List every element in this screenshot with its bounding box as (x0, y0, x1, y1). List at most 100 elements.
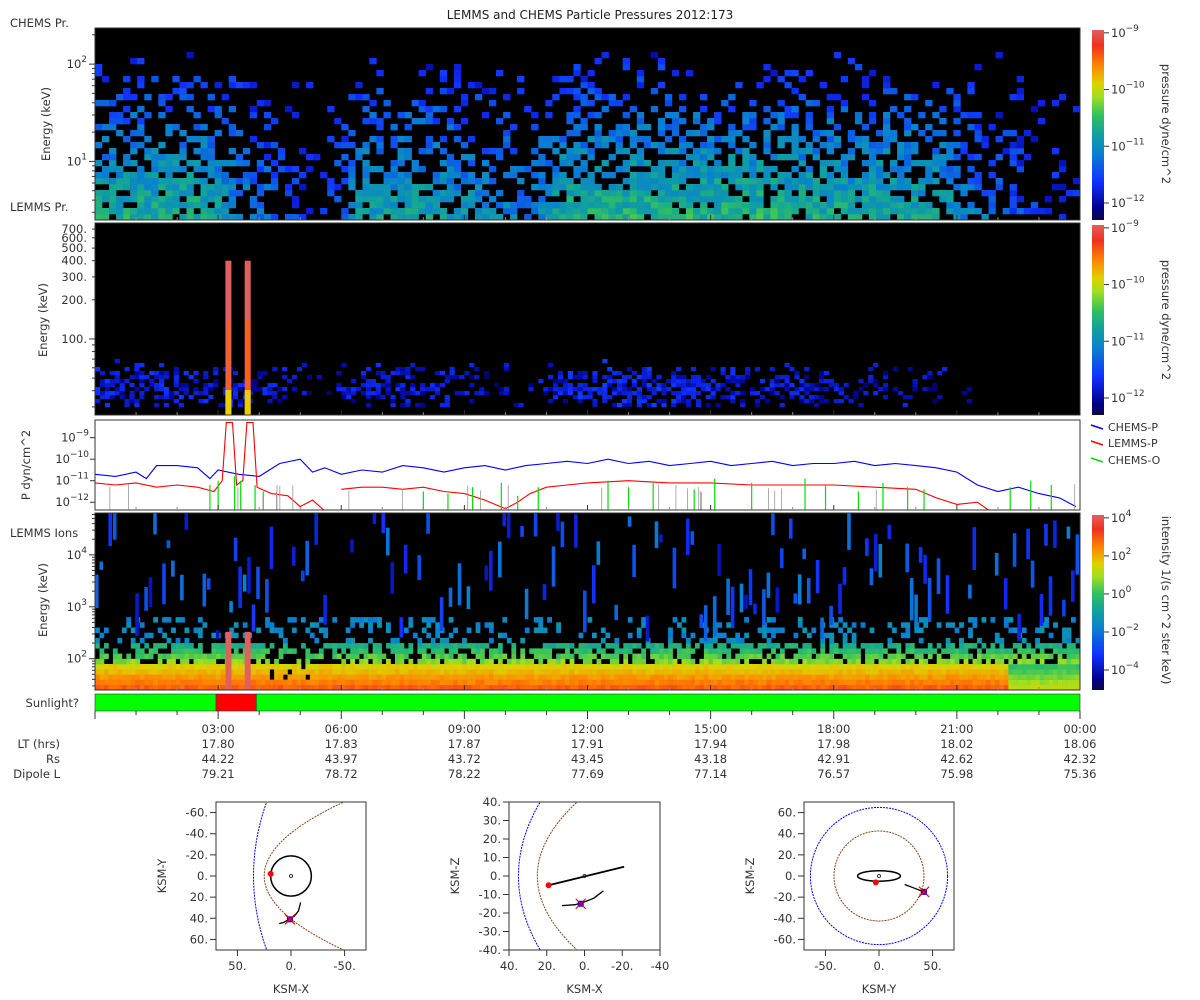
lemms-pressure-cell (769, 387, 775, 392)
ion-intensity-cell (412, 664, 418, 670)
lemms-pressure-cell (838, 391, 844, 396)
orbit-y-tick-label: -20. (479, 906, 501, 920)
chems-pressure-cell (453, 82, 462, 89)
chems-pressure-cell (819, 82, 827, 89)
chems-pressure-cell (573, 166, 581, 173)
ion-intensity-cell (735, 669, 741, 675)
ion-intensity-cell (538, 674, 544, 680)
ion-intensity-streak (686, 518, 690, 555)
chems-pressure-cell (622, 208, 630, 215)
chems-pressure-cell (735, 208, 743, 215)
ion-intensity-cell (609, 643, 615, 649)
chems-pressure-cell (179, 94, 187, 101)
chems-pressure-cell (650, 142, 659, 149)
chems-pressure-cell (805, 208, 813, 215)
ion-intensity-cell (359, 622, 364, 628)
lemms-pressure-cell (154, 371, 160, 376)
lemms-pressure-cell (439, 403, 445, 408)
lemms-pressure-cell (159, 383, 165, 388)
ion-intensity-cell (735, 632, 741, 639)
lemms-pressure-cell (109, 383, 115, 388)
ion-intensity-cell (1048, 632, 1054, 639)
chems-pressure-cell (397, 214, 405, 221)
ion-intensity-cell (977, 669, 982, 675)
ion-intensity-cell (878, 643, 884, 649)
chems-pressure-cell (819, 172, 827, 179)
ion-intensity-cell (314, 669, 320, 675)
lemms-pressure-cell (341, 395, 347, 400)
sunlight-segment-sunlit (255, 693, 1081, 712)
ion-intensity-cell (775, 627, 781, 633)
ion-intensity-cell (802, 684, 808, 691)
ion-intensity-cell (1048, 674, 1054, 680)
ion-intensity-cell (739, 674, 745, 680)
ion-intensity-streak (762, 589, 766, 626)
chems-pressure-cell (144, 136, 152, 143)
chems-pressure-cell (826, 190, 834, 197)
ion-intensity-cell (632, 643, 638, 649)
chems-pressure-cell (622, 178, 630, 185)
chems-pressure-cell (1023, 130, 1031, 137)
ion-intensity-cell (112, 653, 118, 660)
lemms-pressure-cell (966, 399, 972, 404)
lemms-pressure-cell (735, 391, 741, 396)
ion-intensity-cell (1008, 669, 1014, 675)
chems-pressure-cell (700, 148, 708, 155)
ion-intensity-cell (950, 622, 955, 628)
chems-pressure-cell (763, 136, 771, 143)
chems-pressure-cell (341, 208, 349, 215)
chems-pressure-cell (657, 118, 666, 125)
ion-intensity-cell (350, 684, 355, 691)
chems-pressure-cell (594, 202, 602, 209)
ion-intensity-cell (444, 684, 449, 691)
ion-intensity-cell (269, 684, 275, 691)
chems-pressure-cell (679, 160, 687, 167)
panel-label-lemms-ions: LEMMS Ions (10, 526, 78, 540)
chems-pressure-cell (854, 118, 863, 125)
ion-intensity-cell (668, 684, 673, 691)
ion-intensity-cell (941, 664, 946, 670)
chems-pressure-cell (362, 142, 370, 149)
ion-intensity-cell (135, 648, 141, 654)
ion-intensity-cell (256, 684, 261, 691)
ion-intensity-cell (506, 669, 512, 675)
lemms-pressure-cell (577, 383, 583, 388)
lemms-pressure-cell (390, 371, 396, 376)
ion-intensity-cell (641, 684, 646, 691)
lemms-pressure-cell (178, 387, 184, 392)
time-label: 09:00 (448, 722, 481, 736)
chems-pressure-cell (200, 190, 208, 197)
ion-intensity-cell (318, 684, 324, 691)
lemms-pressure-cell (208, 395, 214, 400)
ion-intensity-cell (386, 643, 391, 649)
orbit-x-tick-label: -40 (651, 959, 670, 973)
ion-intensity-cell (99, 653, 105, 660)
ion-intensity-cell (847, 658, 852, 665)
chems-pressure-cell (686, 208, 694, 215)
ion-intensity-cell (417, 658, 423, 665)
ion-intensity-cell (1030, 648, 1036, 654)
lemms-pressure-cell (922, 387, 928, 392)
ion-intensity-cell (372, 674, 378, 680)
ion-intensity-cell (533, 679, 539, 686)
chems-pressure-cell (207, 154, 215, 161)
chems-pressure-cell (151, 76, 159, 83)
chems-pressure-cell (904, 94, 912, 101)
ion-intensity-cell (148, 632, 154, 639)
chems-pressure-cell (735, 166, 743, 173)
chems-pressure-cell (116, 184, 124, 191)
chems-pressure-cell (116, 94, 124, 101)
chems-pressure-cell (418, 202, 426, 209)
chems-pressure-cell (559, 184, 567, 191)
ion-intensity-cell (905, 648, 911, 654)
ion-intensity-cell (354, 643, 360, 649)
ion-intensity-cell (623, 669, 629, 675)
chems-pressure-cell (700, 214, 708, 221)
chems-pressure-cell (566, 154, 574, 161)
lemms-pressure-cell (577, 375, 583, 380)
chems-pressure-cell (594, 190, 602, 197)
ion-intensity-cell (923, 648, 929, 654)
chems-pressure-cell (587, 184, 595, 191)
ion-intensity-cell (842, 679, 848, 686)
ion-intensity-cell (211, 669, 217, 675)
